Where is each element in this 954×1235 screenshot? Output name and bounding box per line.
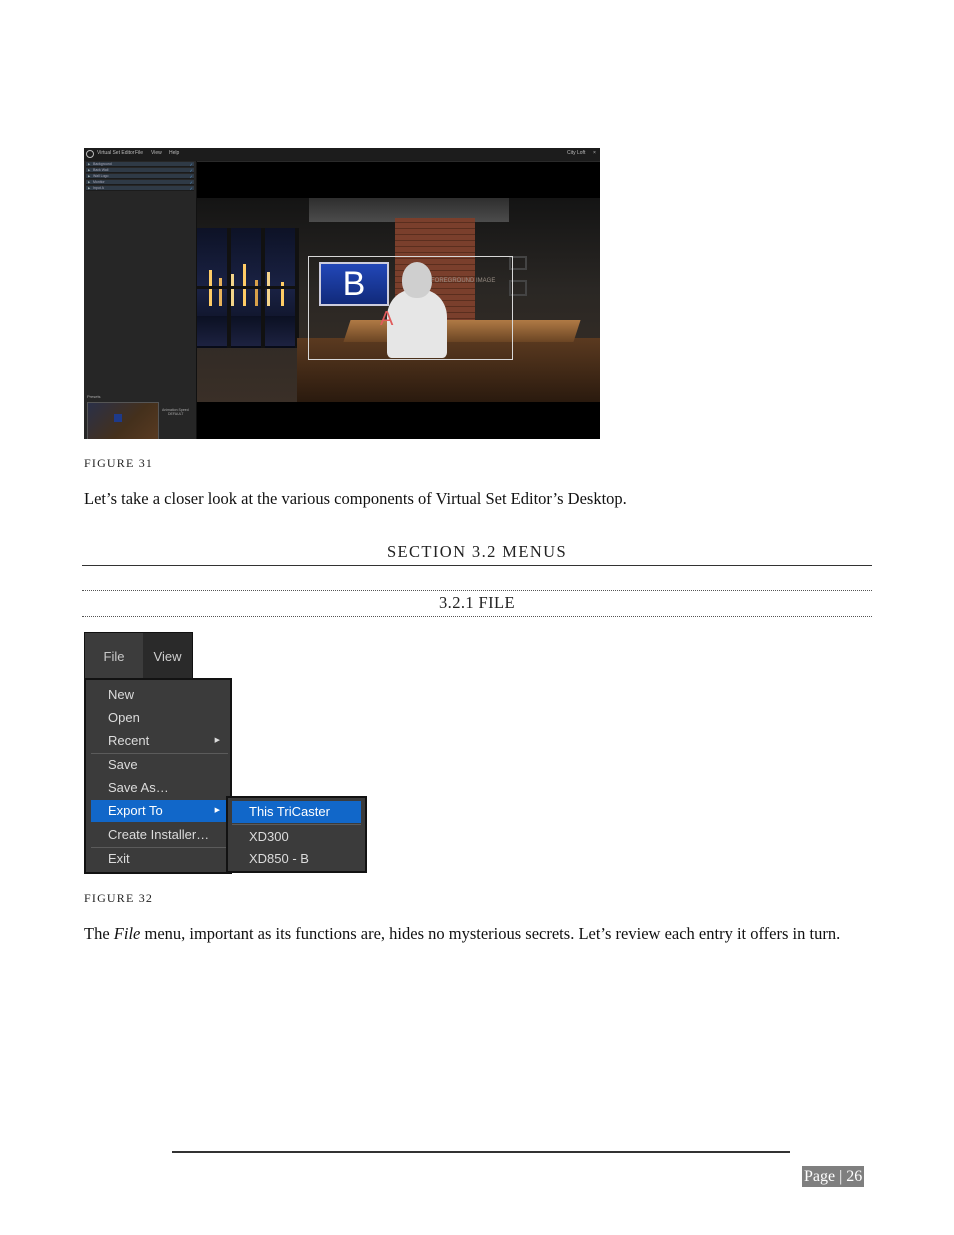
menu-item-create-installer[interactable]: Create Installer…: [91, 824, 228, 846]
submenu-item-this-tricaster[interactable]: This TriCaster: [232, 801, 361, 823]
subsection-rule-bottom: [82, 616, 872, 617]
menu-item-export-to[interactable]: Export To ▶: [91, 800, 228, 822]
menu-bar: File View: [84, 632, 193, 679]
subsection-rule-top: [82, 590, 872, 591]
animation-speed-value: DEFAULT: [168, 412, 184, 416]
vse-set-preview: B A FOREGROUND IMAGE: [197, 198, 600, 402]
vse-layer-row[interactable]: Input A: [86, 186, 194, 191]
section-heading: SECTION 3.2 MENUS: [386, 542, 568, 561]
vse-close-icon[interactable]: ×: [593, 150, 596, 156]
export-to-submenu: This TriCaster XD300 XD850 - B: [226, 796, 367, 873]
section-rule: [82, 565, 872, 566]
menu-view[interactable]: View: [143, 633, 192, 678]
menu-item-exit[interactable]: Exit: [91, 848, 228, 870]
file-emphasis: File: [113, 924, 141, 943]
vse-menu-view[interactable]: View: [151, 150, 162, 156]
vse-layer-row[interactable]: Back Wall: [86, 168, 194, 173]
vse-set-name: City Loft: [567, 150, 586, 156]
paragraph-text: menu, important as its functions are, hi…: [140, 924, 841, 943]
submenu-arrow-icon: ▶: [214, 737, 220, 744]
menu-item-recent-label: Recent: [108, 733, 150, 748]
figure-31-screenshot: Virtual Set Editor File View Help City L…: [84, 148, 600, 439]
intro-paragraph: Let’s take a closer look at the various …: [84, 489, 627, 508]
city-water: [197, 316, 297, 346]
paragraph-text: The: [84, 924, 114, 943]
vse-title-bar: Virtual Set Editor File View Help City L…: [84, 148, 600, 162]
city-building: [231, 274, 234, 306]
vse-menu-file[interactable]: File: [135, 150, 143, 156]
preset-b-slot: [114, 414, 122, 422]
vse-presets-label: Presets: [87, 394, 101, 399]
menu-separator: [232, 824, 361, 825]
vse-preset-info: Animation Speed DEFAULT: [162, 408, 189, 416]
submenu-item-xd850-b[interactable]: XD850 - B: [232, 848, 361, 870]
submenu-arrow-icon: ▶: [214, 807, 220, 814]
city-building: [255, 280, 258, 306]
file-menu-dropdown: New Open Recent ▶ Save Save As… Export T…: [84, 678, 232, 874]
submenu-item-xd300[interactable]: XD300: [232, 826, 361, 848]
menu-item-save-as[interactable]: Save As…: [91, 777, 228, 799]
menu-item-recent[interactable]: Recent ▶: [91, 730, 228, 752]
vse-menu-help[interactable]: Help: [169, 150, 179, 156]
menu-item-new[interactable]: New: [91, 684, 228, 706]
window-mullion: [197, 286, 297, 289]
selection-box[interactable]: [308, 256, 513, 360]
footer-rule: [172, 1151, 790, 1153]
vse-window-title: Virtual Set Editor: [97, 150, 135, 156]
vse-layer-row[interactable]: Wall Logo: [86, 174, 194, 179]
page-number: Page | 26: [802, 1166, 865, 1187]
city-building: [219, 278, 222, 306]
vse-layer-row[interactable]: Monitor: [86, 180, 194, 185]
vse-layer-row[interactable]: Background: [86, 162, 194, 167]
newtek-logo-icon: [86, 150, 94, 158]
menu-file[interactable]: File: [85, 633, 143, 678]
city-building: [267, 272, 270, 306]
vse-layers-panel: Background Back Wall Wall Logo Monitor I…: [84, 161, 197, 439]
menu-item-open[interactable]: Open: [91, 707, 228, 729]
subsection-heading: 3.2.1 FILE: [439, 593, 515, 612]
menu-item-export-to-label: Export To: [108, 803, 163, 818]
file-menu-paragraph: The File menu, important as its function…: [84, 923, 874, 944]
figure-32-caption: FIGURE 32: [84, 891, 154, 905]
city-building: [243, 264, 246, 306]
menu-item-save[interactable]: Save: [91, 754, 228, 776]
vse-preset-thumbnail[interactable]: [87, 402, 159, 439]
figure-31-caption: FIGURE 31: [84, 456, 154, 470]
